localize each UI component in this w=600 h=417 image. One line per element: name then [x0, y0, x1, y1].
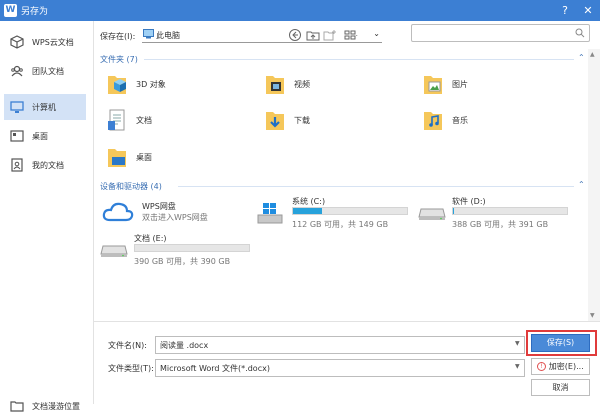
sidebar-item-computer[interactable]: 计算机 — [4, 94, 86, 120]
drive-d[interactable]: 软件 (D:) 388 GB 可用，共 391 GB — [412, 196, 572, 230]
music-folder-icon — [424, 112, 442, 130]
folder-downloads[interactable]: 下载 — [264, 107, 310, 133]
title-bar: W 另存为 ? ✕ — [0, 0, 600, 21]
documents-folder-icon — [108, 109, 125, 131]
collapse-devices-icon[interactable]: ⌃ — [578, 180, 585, 189]
windows-drive-icon — [257, 203, 283, 224]
drive-e[interactable]: 文档 (E:) 390 GB 可用，共 390 GB — [94, 233, 254, 267]
desktop-icon — [10, 130, 24, 142]
videos-folder-icon — [266, 76, 284, 94]
scrollbar[interactable]: ▲ ▼ — [588, 49, 600, 321]
drive-subtitle: 双击进入WPS网盘 — [142, 213, 208, 222]
folder-desktop[interactable]: 桌面 — [106, 144, 152, 170]
folder-name: 视频 — [294, 79, 310, 89]
group-divider — [178, 186, 574, 187]
sidebar-item-wps-cloud[interactable]: WPS云文档 — [4, 29, 86, 55]
sidebar-item-label: 团队文档 — [32, 66, 64, 76]
wps-logo-icon: W — [4, 4, 17, 17]
lock-icon: ! — [537, 362, 547, 371]
folder-name: 3D 对象 — [136, 79, 166, 89]
team-doc-icon — [11, 65, 23, 77]
devices-group-header[interactable]: 设备和驱动器 (4) — [100, 181, 162, 192]
drive-size: 388 GB 可用，共 391 GB — [452, 220, 549, 229]
chevron-down-icon[interactable]: ▼ — [515, 340, 520, 347]
drive-name: WPS网盘 — [142, 202, 176, 211]
drive-name: 软件 (D:) — [452, 197, 486, 206]
collapse-folders-icon[interactable]: ⌃ — [578, 53, 585, 62]
desktop-folder-icon — [108, 149, 126, 167]
folder-pictures[interactable]: 图片 — [422, 71, 468, 97]
drive-c[interactable]: 系统 (C:) 112 GB 可用，共 149 GB — [252, 196, 412, 230]
drive-usage-bar — [292, 207, 408, 215]
sidebar-item-label: 桌面 — [32, 131, 48, 141]
search-input[interactable] — [411, 24, 590, 42]
close-button[interactable]: ✕ — [577, 0, 599, 21]
drive-name: 文档 (E:) — [134, 234, 167, 243]
hard-drive-icon — [100, 245, 128, 257]
save-options: 文件名(N): 阅读量 .docx ▼ 文件类型(T): Microsoft W… — [94, 321, 600, 404]
new-folder-icon[interactable] — [323, 28, 337, 42]
encrypt-button[interactable]: ! 加密(E)... — [531, 358, 590, 375]
folder-name: 图片 — [452, 79, 468, 89]
encrypt-label: 加密(E)... — [548, 362, 584, 371]
scroll-down-icon[interactable]: ▼ — [590, 312, 595, 319]
add-location-label: 文档漫游位置 — [32, 401, 80, 411]
chevron-down-icon[interactable]: ▼ — [515, 363, 520, 370]
save-in-label: 保存在(I): — [100, 32, 136, 41]
drive-size: 112 GB 可用，共 149 GB — [292, 220, 389, 229]
drive-wps-cloud[interactable]: WPS网盘 双击进入WPS网盘 — [102, 201, 252, 229]
drive-usage-fill — [453, 208, 455, 214]
cloud-doc-icon — [10, 35, 24, 49]
drive-usage-bar — [452, 207, 568, 215]
filename-input[interactable]: 阅读量 .docx — [155, 336, 525, 354]
scroll-up-icon[interactable]: ▲ — [590, 51, 595, 58]
my-documents-icon — [11, 158, 23, 172]
filetype-label: 文件类型(T): — [108, 364, 154, 373]
sidebar-item-label: 计算机 — [32, 102, 56, 112]
back-icon[interactable] — [288, 28, 302, 42]
sidebar-item-label: WPS云文档 — [32, 37, 74, 47]
folder-music[interactable]: 音乐 — [422, 107, 468, 133]
chevron-down-icon: ⌄ — [373, 29, 380, 38]
location-text: 此电脑 — [156, 31, 180, 40]
folder-name: 文档 — [136, 115, 152, 125]
folder-documents[interactable]: 文档 — [106, 107, 152, 133]
drive-usage-fill — [293, 208, 322, 214]
up-folder-icon[interactable] — [306, 28, 320, 42]
wps-cloud-drive-icon — [102, 202, 134, 222]
3d-objects-icon — [108, 76, 126, 94]
folders-group-header[interactable]: 文件夹 (7) — [100, 54, 138, 65]
computer-icon — [10, 101, 24, 113]
help-button[interactable]: ? — [554, 0, 576, 21]
sidebar-item-label: 我的文档 — [32, 160, 64, 170]
filename-label: 文件名(N): — [108, 341, 147, 350]
drive-usage-bar — [134, 244, 250, 252]
folder-name: 桌面 — [136, 152, 152, 162]
hard-drive-icon — [418, 208, 446, 220]
filetype-select[interactable]: Microsoft Word 文件(*.docx) — [155, 359, 525, 377]
folder-add-icon — [10, 401, 24, 412]
sidebar-add-location[interactable]: 文档漫游位置 — [4, 395, 90, 417]
drive-size: 390 GB 可用，共 390 GB — [134, 257, 231, 266]
file-browser: 文件夹 (7) ⌃ 3D 对象 视频 图片 文档 下载 音乐 桌面 设备和驱动器… — [94, 49, 600, 321]
window-title: 另存为 — [21, 7, 49, 17]
folder-videos[interactable]: 视频 — [264, 71, 310, 97]
pictures-folder-icon — [424, 76, 442, 94]
search-icon — [575, 28, 585, 38]
cancel-button[interactable]: 取消 — [531, 379, 590, 396]
folder-name: 音乐 — [452, 115, 468, 125]
sidebar-item-team-doc[interactable]: 团队文档 — [4, 58, 86, 84]
view-grid-icon[interactable] — [344, 28, 358, 42]
save-button[interactable]: 保存(S) — [531, 334, 590, 352]
folder-name: 下载 — [294, 115, 310, 125]
downloads-folder-icon — [266, 112, 284, 130]
sidebar: WPS云文档 团队文档 计算机 桌面 我的文档 文档漫游位置 — [0, 21, 94, 412]
sidebar-item-desktop[interactable]: 桌面 — [4, 123, 86, 149]
sidebar-item-my-documents[interactable]: 我的文档 — [4, 152, 86, 178]
folder-3d-objects[interactable]: 3D 对象 — [106, 71, 166, 97]
drive-name: 系统 (C:) — [292, 197, 326, 206]
pc-icon — [143, 29, 154, 39]
group-divider — [144, 59, 574, 60]
